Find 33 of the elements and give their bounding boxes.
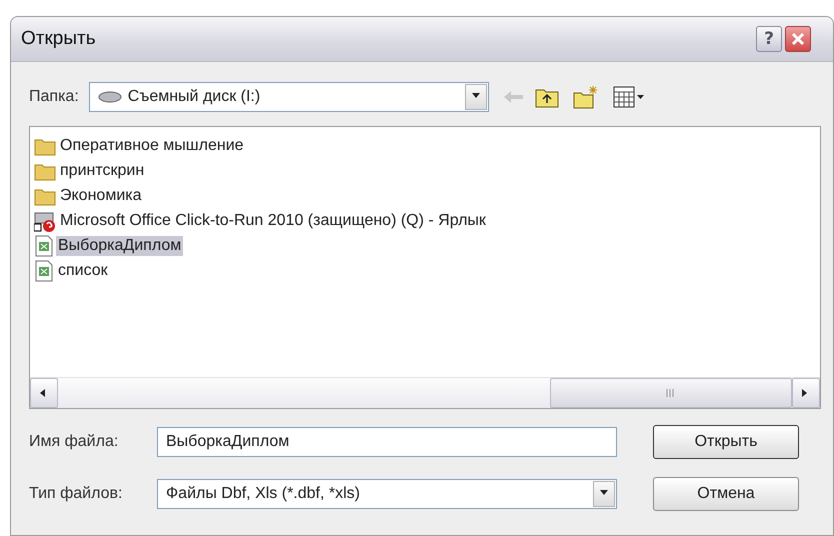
file-item[interactable]: принтскрин [58, 160, 146, 180]
help-button[interactable]: ? [756, 26, 782, 52]
dropdown-button[interactable] [593, 481, 615, 507]
window-title: Открыть [21, 28, 96, 50]
dropdown-button[interactable] [464, 84, 487, 110]
close-button[interactable] [785, 26, 811, 52]
new-folder-icon[interactable] [572, 85, 599, 109]
drive-icon [98, 91, 122, 103]
scroll-thumb[interactable] [550, 378, 792, 408]
close-icon [791, 32, 805, 46]
file-item[interactable]: Экономика [58, 186, 144, 206]
open-button[interactable]: Открыть [653, 425, 799, 459]
file-name-field[interactable]: ВыборкаДиплом [157, 427, 617, 457]
spreadsheet-icon [34, 234, 54, 256]
spreadsheet-icon [34, 260, 54, 282]
look-in-value: Съемный диск (I:) [128, 88, 260, 106]
grip-icon [666, 388, 676, 398]
view-menu-icon[interactable] [612, 86, 645, 108]
file-item[interactable]: Microsoft Office Click-to-Run 2010 (защищено) (Q) - Ярлык [58, 210, 488, 230]
scroll-right-button[interactable] [792, 378, 820, 408]
file-type-label: Тип файлов: [29, 485, 124, 503]
shortcut-icon [34, 210, 56, 232]
look-in-dropdown[interactable]: Съемный диск (I:) [88, 82, 489, 112]
scroll-left-button[interactable] [30, 378, 58, 408]
horizontal-scrollbar[interactable] [30, 377, 820, 408]
file-type-dropdown[interactable]: Файлы Dbf, Xls (*.dbf, *xls) [157, 479, 617, 509]
cancel-button[interactable]: Отмена [653, 477, 799, 511]
file-item[interactable]: Оперативное мышление [58, 136, 246, 156]
file-item[interactable]: ВыборкаДиплом [56, 236, 184, 256]
file-type-value: Файлы Dbf, Xls (*.dbf, *xls) [166, 485, 360, 503]
look-in-label: Папка: [29, 88, 79, 106]
file-item[interactable]: список [56, 260, 110, 280]
file-name-label: Имя файла: [29, 433, 120, 451]
